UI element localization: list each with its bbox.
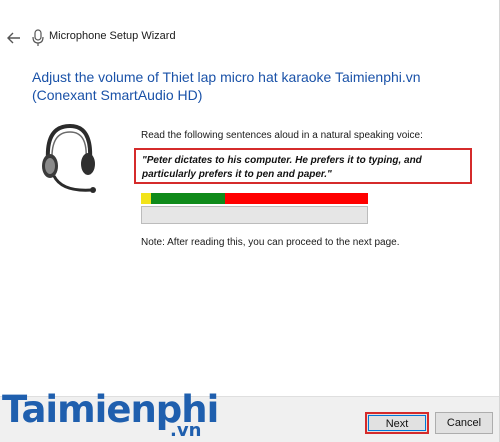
next-button[interactable]: Next xyxy=(365,412,429,434)
watermark-logo: Taimienphi .vn xyxy=(0,390,230,442)
microphone-icon xyxy=(32,29,44,46)
microphone-setup-window: Microphone Setup Wizard Adjust the volum… xyxy=(0,0,500,442)
window-title: Microphone Setup Wizard xyxy=(49,30,176,42)
back-button[interactable] xyxy=(4,28,24,48)
page-heading: Adjust the volume of Thiet lap micro hat… xyxy=(32,69,421,103)
volume-meter-red-segment xyxy=(225,193,368,204)
back-arrow-icon xyxy=(7,32,20,44)
note-text: Note: After reading this, you can procee… xyxy=(141,237,400,248)
volume-meter-green-segment xyxy=(151,193,225,204)
reading-sentence: "Peter dictates to his computer. He pref… xyxy=(142,155,422,180)
title-bar: Microphone Setup Wizard xyxy=(0,0,500,74)
headset-icon xyxy=(42,123,96,193)
volume-meter xyxy=(141,193,368,204)
cancel-button[interactable]: Cancel xyxy=(435,412,493,434)
watermark-sub-text: .vn xyxy=(170,420,202,441)
instruction-text: Read the following sentences aloud in a … xyxy=(141,130,423,141)
volume-meter-yellow-segment xyxy=(141,193,151,204)
reading-sentence-box: "Peter dictates to his computer. He pref… xyxy=(134,148,472,184)
reading-progress-bar xyxy=(141,206,368,224)
